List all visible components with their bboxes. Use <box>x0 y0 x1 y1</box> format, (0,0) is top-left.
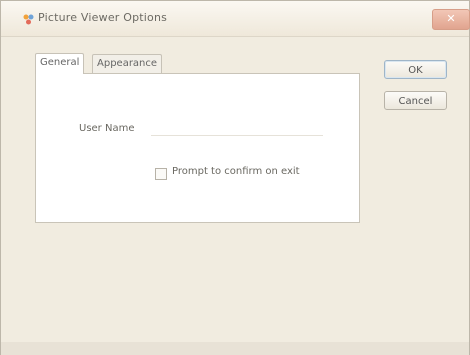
prompt-on-exit-checkbox[interactable] <box>155 168 167 180</box>
user-name-label: User Name <box>79 123 135 134</box>
ok-button[interactable]: OK <box>384 60 447 79</box>
tab-appearance[interactable]: Appearance <box>92 54 163 73</box>
cancel-button[interactable]: Cancel <box>384 91 447 110</box>
tab-general[interactable]: General <box>35 53 85 74</box>
general-tab-panel <box>35 73 360 223</box>
window-title: Picture Viewer Options <box>38 11 168 24</box>
close-icon: ✕ <box>446 12 456 25</box>
close-button[interactable]: ✕ <box>432 9 470 30</box>
options-window: Picture Viewer Options ✕ General Appeara… <box>0 0 470 355</box>
window-bottom-edge <box>1 342 469 355</box>
title-bar[interactable]: Picture Viewer Options ✕ <box>1 1 470 37</box>
prompt-on-exit-label[interactable]: Prompt to confirm on exit <box>172 166 300 177</box>
user-name-input[interactable] <box>151 118 323 136</box>
app-icon <box>22 11 35 25</box>
